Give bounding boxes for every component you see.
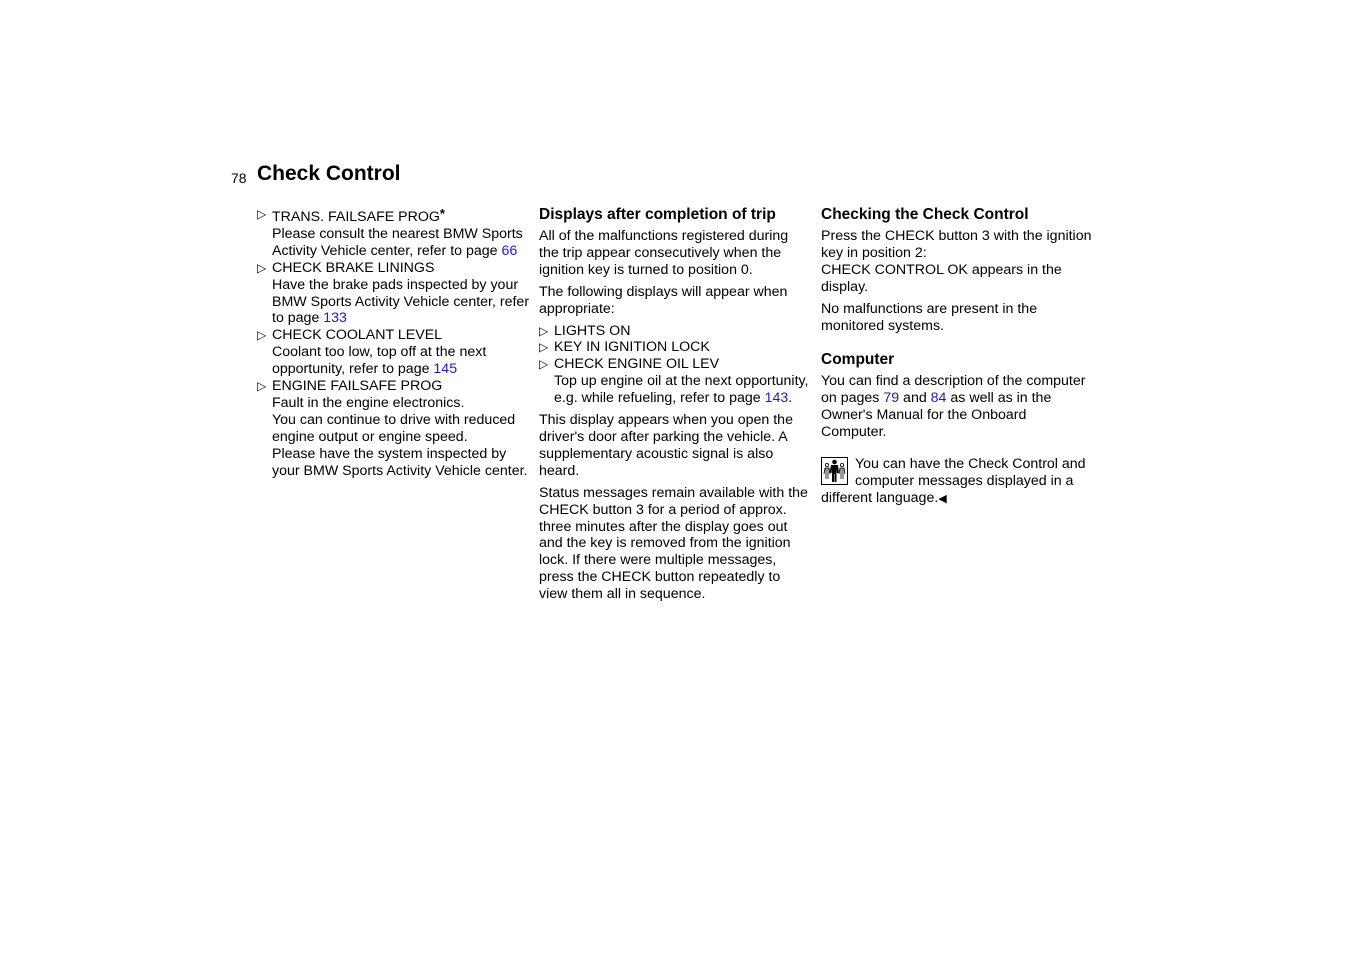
people-language-icon [821, 457, 848, 486]
triangle-bullet-icon: ▷ [539, 340, 549, 355]
triangle-bullet-icon: ▷ [539, 357, 549, 372]
page-link[interactable]: 66 [502, 243, 518, 259]
item-label: CHECK COOLANT LEVEL [272, 327, 443, 344]
list-item: ▷ ENGINE FAILSAFE PROG Fault in the engi… [257, 378, 532, 479]
section-heading: Computer [821, 351, 895, 369]
item-label: TRANS. FAILSAFE PROG [272, 209, 440, 225]
note: You can have the Check Control and compu… [821, 456, 1093, 508]
paragraph: All of the malfunctions registered durin… [539, 228, 789, 278]
item-label: ENGINE FAILSAFE PROG [272, 378, 443, 395]
page-link[interactable]: 79 [883, 390, 899, 406]
paragraph-line: Press the CHECK button 3 with the igniti… [821, 228, 1092, 261]
page-title: Check Control [257, 162, 401, 185]
paragraph: The following displays will appear when … [539, 283, 788, 317]
list-item: ▷ KEY IN IGNITION LOCK [539, 339, 811, 356]
item-text: Have the brake pads inspected by your BM… [272, 276, 530, 327]
item-text: Fault in the engine electronics. [272, 394, 465, 411]
list-item: ▷ LIGHTS ON [539, 323, 811, 340]
triangle-bullet-icon: ▷ [257, 379, 267, 394]
section-heading: Checking the Check Control [821, 206, 1029, 223]
paragraph: Status messages remain available with th… [539, 484, 808, 603]
paragraph: You can find a description of the comput… [821, 373, 1093, 441]
column-3: Checking the Check Control Press the CHE… [821, 206, 1093, 508]
triangle-bullet-icon: ▷ [539, 323, 549, 338]
item-label: LIGHTS ON [554, 322, 631, 339]
end-marker-icon: ◀ [938, 492, 947, 505]
paragraph: This display appears when you open the d… [539, 412, 793, 479]
paragraph: No malfunctions are present in the monit… [821, 300, 1038, 334]
note-text: You can have the Check Control and compu… [821, 456, 1086, 506]
section-heading: Displays after completion of trip [539, 206, 776, 223]
item-text: Please have the system inspected by your… [272, 445, 528, 479]
page-number: 78 [231, 170, 247, 186]
triangle-bullet-icon: ▷ [257, 260, 267, 275]
page-link[interactable]: 145 [433, 361, 457, 377]
text: and [899, 390, 931, 407]
triangle-bullet-icon: ▷ [257, 328, 267, 343]
paragraph: Press the CHECK button 3 with the igniti… [821, 228, 1093, 296]
optional-star: * [439, 206, 445, 221]
item-label: CHECK ENGINE OIL LEV [554, 356, 720, 373]
list-item: ▷ CHECK COOLANT LEVEL Coolant too low, t… [257, 327, 532, 378]
list-item: ▷ TRANS. FAILSAFE PROG* Please consult t… [257, 206, 532, 260]
punctuation: . [788, 390, 793, 407]
page-link[interactable]: 84 [931, 390, 947, 406]
item-label: KEY IN IGNITION LOCK [554, 339, 710, 356]
list-item: ▷ CHECK ENGINE OIL LEV Top up engine oil… [539, 356, 811, 407]
item-label: CHECK BRAKE LININGS [272, 259, 435, 276]
triangle-bullet-icon: ▷ [257, 207, 267, 221]
list-item: ▷ CHECK BRAKE LININGS Have the brake pad… [257, 260, 532, 328]
column-1: ▷ TRANS. FAILSAFE PROG* Please consult t… [257, 206, 532, 480]
item-text: You can continue to drive with reduced e… [272, 411, 516, 445]
item-text: Please consult the nearest BMW Sports Ac… [272, 225, 523, 259]
page-link[interactable]: 143 [765, 390, 789, 406]
column-2: Displays after completion of trip All of… [539, 206, 811, 608]
page-link[interactable]: 133 [323, 310, 347, 326]
paragraph-line: CHECK CONTROL OK appears in the display. [821, 261, 1062, 295]
